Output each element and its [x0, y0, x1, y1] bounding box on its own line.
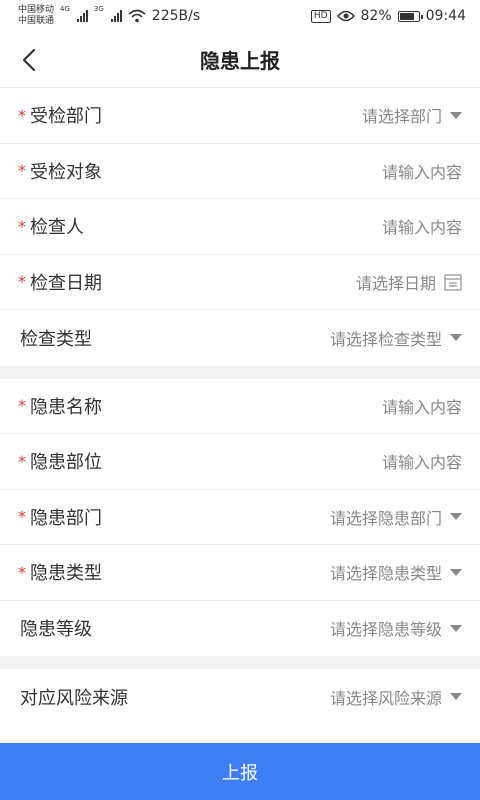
field-label-wrap: * 受检部门 — [18, 102, 102, 128]
required-mark: * — [18, 562, 26, 582]
field-placeholder: 请选择日期 — [355, 273, 436, 293]
chevron-left-icon[interactable] — [16, 46, 44, 74]
wifi-icon — [128, 9, 146, 23]
status-left: 中国移动 中国联通 4G 3G 225B/s — [18, 5, 200, 27]
signal-icon-1 — [76, 10, 88, 22]
caret-down-icon — [450, 624, 462, 632]
form-row[interactable]: * 隐患部门 请选择隐患部门 — [0, 489, 480, 545]
field-label: 隐患类型 — [30, 563, 102, 585]
field-placeholder: 请输入内容 — [381, 162, 462, 182]
submit-button[interactable]: 上报 — [0, 743, 480, 800]
field-placeholder: 请选择部门 — [361, 107, 442, 127]
required-mark: * — [18, 216, 26, 236]
caret-down-icon — [450, 513, 462, 521]
form-row[interactable]: * 受检对象 请输入内容 — [0, 143, 480, 199]
text-input[interactable]: 请输入内容 — [382, 214, 462, 238]
field-label-wrap: * 检查人 — [18, 213, 84, 239]
field-label: 检查日期 — [30, 272, 102, 294]
section-divider — [0, 656, 480, 669]
field-label-wrap: 隐患等级 — [20, 615, 92, 641]
field-placeholder: 请输入内容 — [381, 218, 462, 238]
date-picker[interactable]: 请选择日期 — [356, 270, 462, 294]
field-label-wrap: * 隐患部门 — [18, 504, 102, 530]
field-label-wrap: * 检查日期 — [18, 269, 102, 295]
required-mark: * — [18, 451, 26, 471]
dropdown-select[interactable]: 请选择隐患类型 — [330, 560, 462, 584]
field-label: 隐患部位 — [30, 452, 102, 474]
field-label: 检查类型 — [20, 328, 92, 350]
field-label-wrap: 检查类型 — [20, 325, 92, 351]
hd-badge: HD — [310, 9, 331, 23]
field-label: 对应风险来源 — [20, 687, 128, 709]
page-title: 隐患上报 — [200, 49, 280, 73]
clock: 09:44 — [425, 8, 466, 24]
field-label-wrap: * 受检对象 — [18, 158, 102, 184]
required-mark: * — [18, 161, 26, 181]
status-right: HD 82% 09:44 — [310, 8, 466, 24]
field-label: 隐患等级 — [20, 619, 92, 641]
field-label-wrap: 对应风险来源 — [20, 684, 128, 710]
carrier-1: 中国移动 — [18, 5, 55, 15]
carrier-2: 中国联通 — [18, 16, 55, 26]
text-input[interactable]: 请输入内容 — [382, 159, 462, 183]
field-label: 隐患名称 — [30, 396, 102, 418]
field-placeholder: 请输入内容 — [381, 453, 462, 473]
field-placeholder: 请选择隐患类型 — [329, 564, 442, 584]
signal-icon-2 — [110, 10, 122, 22]
form-row[interactable]: * 隐患名称 请输入内容 — [0, 378, 480, 434]
field-label: 检查人 — [30, 217, 84, 239]
caret-down-icon — [450, 111, 462, 119]
field-label: 隐患部门 — [30, 507, 102, 529]
field-label: 受检部门 — [30, 106, 102, 128]
field-placeholder: 请选择隐患等级 — [329, 620, 442, 640]
form-row[interactable]: * 隐患类型 请选择隐患类型 — [0, 545, 480, 601]
field-label-wrap: * 隐患部位 — [18, 448, 102, 474]
caret-down-icon — [450, 693, 462, 701]
field-placeholder: 请选择隐患部门 — [329, 508, 442, 528]
form-row[interactable]: 对应风险来源 请选择风险来源 — [0, 669, 480, 725]
field-placeholder: 请选择风险来源 — [329, 688, 442, 708]
caret-down-icon — [450, 334, 462, 342]
required-mark: * — [18, 507, 26, 527]
field-placeholder: 请选择检查类型 — [329, 329, 442, 349]
status-bar: 中国移动 中国联通 4G 3G 225B/s HD 82% 09:44 — [0, 0, 480, 32]
carrier-names: 中国移动 中国联通 — [18, 5, 54, 27]
network-speed: 225B/s — [151, 8, 201, 24]
field-label-wrap: * 隐患名称 — [18, 393, 102, 419]
dropdown-select[interactable]: 请选择部门 — [362, 103, 462, 127]
nav-bar: 隐患上报 — [0, 32, 480, 88]
caret-down-icon — [450, 568, 462, 576]
field-label-wrap: * 隐患类型 — [18, 559, 102, 585]
form-row[interactable]: 隐患等级 请选择隐患等级 — [0, 600, 480, 656]
required-mark: * — [18, 105, 26, 125]
dropdown-select[interactable]: 请选择隐患等级 — [330, 616, 462, 640]
text-input[interactable]: 请输入内容 — [382, 449, 462, 473]
field-label: 受检对象 — [30, 161, 102, 183]
required-mark: * — [18, 396, 26, 416]
required-mark: * — [18, 272, 26, 292]
dropdown-select[interactable]: 请选择风险来源 — [330, 685, 462, 709]
form-row[interactable]: 检查类型 请选择检查类型 — [0, 310, 480, 366]
network-type-1: 4G — [60, 5, 70, 13]
form-row[interactable]: * 隐患部位 请输入内容 — [0, 434, 480, 490]
dropdown-select[interactable]: 请选择隐患部门 — [330, 505, 462, 529]
dropdown-select[interactable]: 请选择检查类型 — [330, 326, 462, 350]
form-row[interactable]: * 受检部门 请选择部门 — [0, 88, 480, 144]
field-placeholder: 请输入内容 — [381, 397, 462, 417]
section-divider — [0, 365, 480, 379]
eye-icon — [336, 10, 355, 22]
battery-icon — [397, 10, 423, 22]
form-row[interactable]: * 检查人 请输入内容 — [0, 199, 480, 255]
report-form: * 受检部门 请选择部门 * 受检对象 请输入内容 * 检查人 请输入内容 * 检查日期 请选择日期检… — [0, 88, 480, 725]
calendar-icon — [444, 274, 462, 291]
network-type-2: 3G — [93, 5, 104, 13]
battery-percent: 82% — [360, 8, 392, 24]
form-row[interactable]: * 检查日期 请选择日期 — [0, 254, 480, 310]
text-input[interactable]: 请输入内容 — [382, 394, 462, 418]
